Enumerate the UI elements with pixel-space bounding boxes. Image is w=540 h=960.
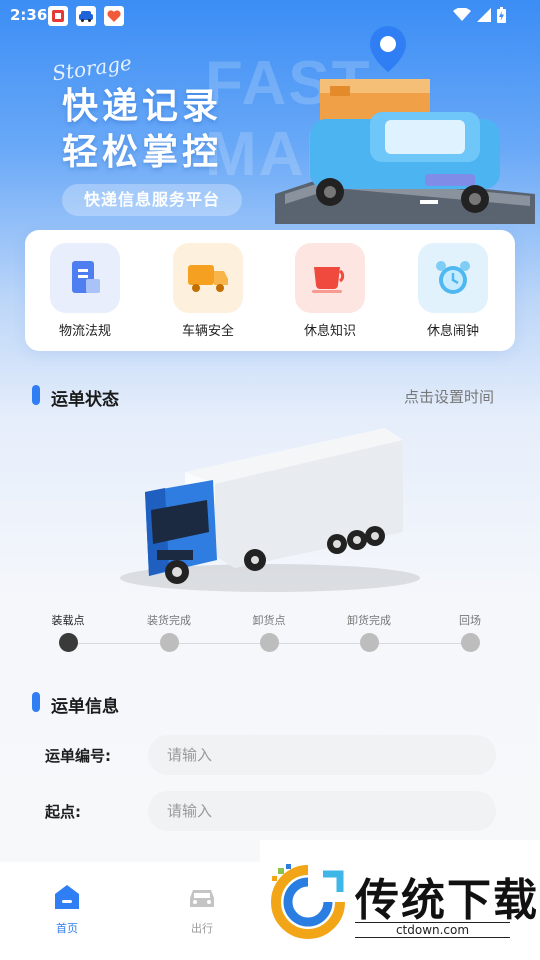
progress-step-dot — [359, 633, 379, 652]
progress-step-label: 卸货点 — [252, 614, 286, 627]
start-point-row: 起点: — [0, 791, 540, 833]
progress-step-return[interactable]: 回场 — [430, 612, 510, 652]
progress-step-label: 装货完成 — [147, 614, 191, 627]
notification-icons — [48, 6, 124, 26]
quick-item-rest-alarm[interactable]: 休息闹钟 — [403, 243, 503, 339]
progress-step-dot — [58, 633, 78, 652]
banner-headline: 快递记录 轻松掌控 — [62, 84, 222, 176]
quick-item-label: 车辆安全 — [181, 324, 234, 339]
signal-icon — [477, 8, 491, 22]
quick-item-logistics-regulations[interactable]: 物流法规 — [35, 243, 135, 339]
section-accent-bar — [32, 692, 40, 712]
tab-label: 出行 — [191, 922, 213, 935]
delivery-truck-illustration — [275, 26, 535, 224]
order-status-title: 运单状态 — [51, 390, 119, 410]
quick-item-label: 休息知识 — [303, 324, 356, 339]
progress-step-label: 回场 — [459, 614, 481, 627]
banner-tag: 快递信息服务平台 — [62, 184, 242, 216]
section-accent-bar — [32, 385, 40, 405]
progress-step-loading-done[interactable]: 装货完成 — [129, 612, 209, 652]
order-number-input[interactable] — [148, 735, 496, 775]
alarm-clock-icon — [418, 243, 488, 313]
progress-step-dot — [460, 633, 480, 652]
document-icon — [50, 243, 120, 313]
watermark-overlay: 传统下载 ctdown.com — [260, 840, 540, 960]
order-info-title: 运单信息 — [51, 697, 119, 717]
quick-item-rest-knowledge[interactable]: 休息知识 — [280, 243, 380, 339]
banner-script-word: Storage — [50, 50, 134, 86]
truck-icon — [173, 243, 243, 313]
cup-icon — [295, 243, 365, 313]
set-time-link[interactable]: 点击设置时间 — [404, 386, 494, 407]
progress-step-dot — [159, 633, 179, 652]
battery-charging-icon — [497, 7, 506, 23]
quick-item-label: 休息闹钟 — [426, 324, 479, 339]
tab-home[interactable]: 首页 — [27, 882, 107, 936]
watermark-url: ctdown.com — [355, 922, 510, 938]
order-number-label: 运单编号: — [45, 747, 111, 765]
app-notification-icon — [48, 6, 68, 26]
tab-travel[interactable]: 出行 — [162, 882, 242, 936]
progress-step-unloading-done[interactable]: 卸货完成 — [329, 612, 409, 652]
start-point-input[interactable] — [148, 791, 496, 831]
order-progress-stepper: 装载点 装货完成 卸货点 卸货完成 回场 — [0, 612, 540, 662]
quick-item-vehicle-safety[interactable]: 车辆安全 — [158, 243, 258, 339]
progress-step-dot — [259, 633, 279, 652]
progress-step-label: 装载点 — [51, 614, 85, 627]
tab-label: 首页 — [56, 922, 78, 935]
car-app-icon — [76, 6, 96, 26]
headline-line-2: 轻松掌控 — [62, 132, 223, 173]
headline-line-1: 快递记录 — [62, 86, 223, 127]
quick-item-label: 物流法规 — [58, 324, 111, 339]
progress-step-label: 卸货完成 — [347, 614, 391, 627]
order-number-row: 运单编号: — [0, 735, 540, 777]
progress-step-unloading-point[interactable]: 卸货点 — [229, 612, 309, 652]
start-point-label: 起点: — [45, 803, 81, 821]
system-icons — [453, 7, 506, 23]
health-app-icon — [104, 6, 124, 26]
watermark-text: 传统下载 — [355, 875, 539, 926]
quick-menu-card: 物流法规 车辆安全 休息知识 休息闹钟 — [25, 230, 515, 351]
status-time: 2:36 — [10, 6, 48, 24]
progress-step-loading-point[interactable]: 装载点 — [28, 612, 108, 652]
home-icon — [55, 885, 79, 909]
wifi-icon — [453, 8, 471, 21]
watermark-logo-icon — [271, 864, 345, 939]
hero-banner: FAST MAIL Storage 快递记录 轻松掌控 快递信息服务平台 — [0, 26, 540, 232]
cargo-truck-illustration — [120, 428, 420, 592]
car-icon — [190, 890, 214, 907]
